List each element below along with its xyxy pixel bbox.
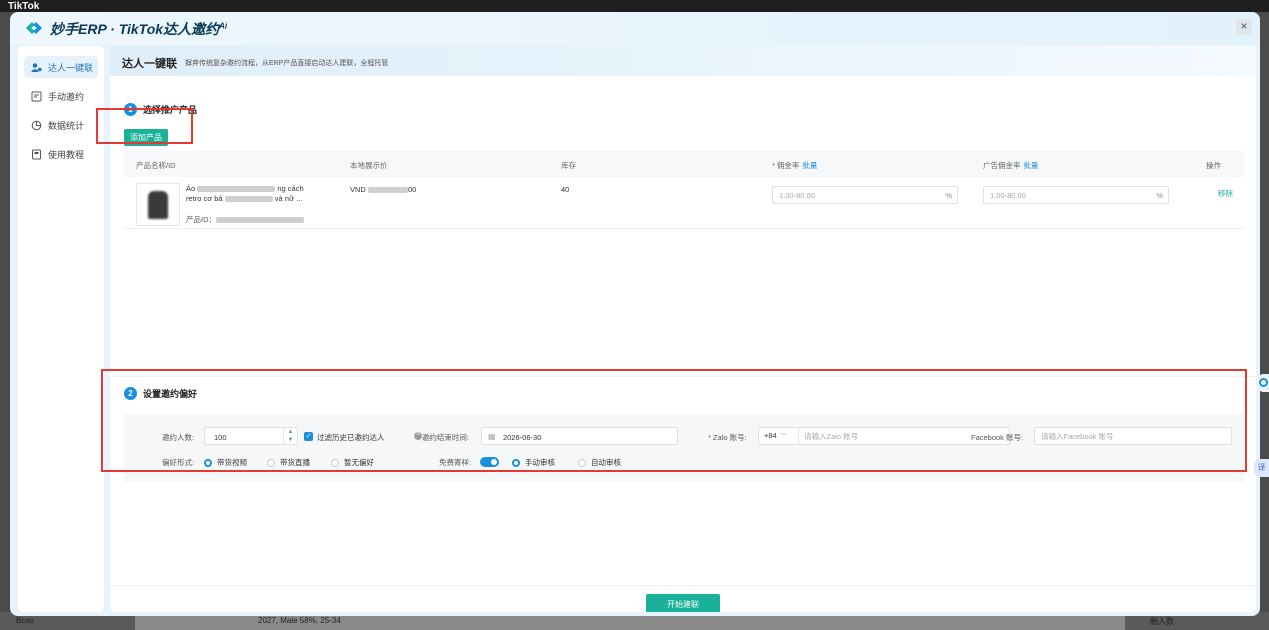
- product-name-part: và nữ ...: [274, 194, 303, 203]
- redacted-text: [367, 187, 408, 194]
- column-header-stock: 库存: [561, 161, 576, 170]
- sidebar-item-statistics[interactable]: 数据统计: [24, 114, 98, 136]
- background-app-logo: TikTok: [8, 1, 40, 12]
- commission-batch-link[interactable]: 批量: [802, 161, 817, 170]
- pie-chart-icon: [30, 119, 42, 131]
- ad-commission-label: 广告佣金率: [983, 161, 1021, 170]
- sidebar-item-tutorial[interactable]: 使用教程: [24, 143, 98, 165]
- floating-translate-icon[interactable]: 译: [1254, 459, 1269, 477]
- erp-modal: 妙手ERP · TikTok达人邀约Ai × 达人一键联 手动邀约 数据统计 使…: [10, 12, 1260, 616]
- highlight-box-preferences: [101, 369, 1247, 472]
- background-topbar: TikTok: [0, 0, 1269, 12]
- redacted-text: [197, 186, 276, 193]
- column-header-action: 操作: [1206, 161, 1221, 170]
- close-button[interactable]: ×: [1236, 19, 1252, 35]
- ad-commission-rate-field[interactable]: %: [983, 186, 1169, 204]
- percent-suffix: %: [1156, 191, 1163, 200]
- start-connect-button[interactable]: 开始建联: [646, 594, 720, 612]
- floating-assistant-icon[interactable]: [1256, 374, 1269, 392]
- column-header-name: 产品名称/ID: [136, 161, 176, 170]
- sidebar-item-one-click-connect[interactable]: 达人一键联: [24, 56, 98, 78]
- page-title: 达人一键联: [122, 58, 177, 70]
- background-footer-left: Bcas: [16, 616, 34, 625]
- product-name-part: retro cơ bả: [186, 194, 223, 203]
- column-header-price: 本地展示价: [350, 161, 388, 170]
- redacted-text: [224, 196, 273, 203]
- sidebar-item-label: 达人一键联: [48, 62, 94, 73]
- commission-label: 佣金率: [776, 161, 800, 170]
- background-footer-right: 融入数: [1150, 617, 1174, 626]
- ad-commission-rate-input[interactable]: [984, 187, 1144, 203]
- highlight-box-add-product: [96, 108, 193, 144]
- product-price: VND 00: [350, 185, 416, 194]
- sidebar: 达人一键联 手动邀约 数据统计 使用教程: [18, 46, 104, 612]
- modal-title-ai: Ai: [219, 21, 228, 31]
- sidebar-item-label: 使用教程: [48, 149, 85, 160]
- product-name-part: Áo: [186, 184, 196, 193]
- product-thumbnail: [136, 183, 180, 226]
- user-link-icon: [30, 61, 42, 73]
- percent-suffix: %: [945, 191, 952, 200]
- product-stock: 40: [561, 185, 570, 194]
- remove-product-link[interactable]: 移除: [1218, 188, 1233, 199]
- ad-commission-batch-link[interactable]: 批量: [1024, 161, 1039, 170]
- footer-divider: [110, 585, 1256, 586]
- main-panel: 达人一键联 摒弃传统复杂邀约流程，从ERP产品直接启动达人建联，全程托管 1 选…: [110, 46, 1256, 612]
- commission-rate-input[interactable]: [773, 187, 933, 203]
- background-footer-mid: 2027, Male 58%, 25-34: [258, 616, 341, 625]
- column-header-ad-commission: 广告佣金率 批量: [983, 160, 1039, 171]
- sidebar-item-manual-invite[interactable]: 手动邀约: [24, 85, 98, 107]
- manual-invite-icon: [30, 90, 42, 102]
- modal-header: 妙手ERP · TikTok达人邀约Ai ×: [10, 12, 1260, 44]
- product-name-part: ng cách: [277, 184, 304, 193]
- redacted-text: [216, 217, 304, 224]
- modal-title: 妙手ERP · TikTok达人邀约Ai: [50, 19, 227, 39]
- page-subtitle: 摒弃传统复杂邀约流程，从ERP产品直接启动达人建联，全程托管: [185, 60, 389, 67]
- main-header: 达人一键联 摒弃传统复杂邀约流程，从ERP产品直接启动达人建联，全程托管: [110, 46, 1256, 76]
- tutorial-icon: [30, 148, 42, 160]
- column-header-commission: * 佣金率 批量: [772, 161, 818, 170]
- price-currency: VND: [350, 185, 366, 194]
- product-id-label: 产品ID：: [186, 215, 216, 224]
- product-table-header: 产品名称/ID 本地展示价 库存 * 佣金率 批量 广告佣金率 批量 操作: [124, 151, 1244, 177]
- modal-title-text: 妙手ERP · TikTok达人邀约: [50, 21, 220, 37]
- table-row: Áo ng cách retro cơ bả và nữ ... 产品ID： V…: [124, 177, 1244, 229]
- product-id: 产品ID：: [186, 214, 304, 225]
- product-name: Áo ng cách retro cơ bả và nữ ...: [186, 184, 336, 204]
- sidebar-item-label: 手动邀约: [48, 91, 85, 102]
- sidebar-item-label: 数据统计: [48, 120, 85, 131]
- brand-logo-icon: [26, 22, 42, 34]
- price-suffix: 00: [407, 185, 417, 194]
- commission-rate-field[interactable]: %: [772, 186, 958, 204]
